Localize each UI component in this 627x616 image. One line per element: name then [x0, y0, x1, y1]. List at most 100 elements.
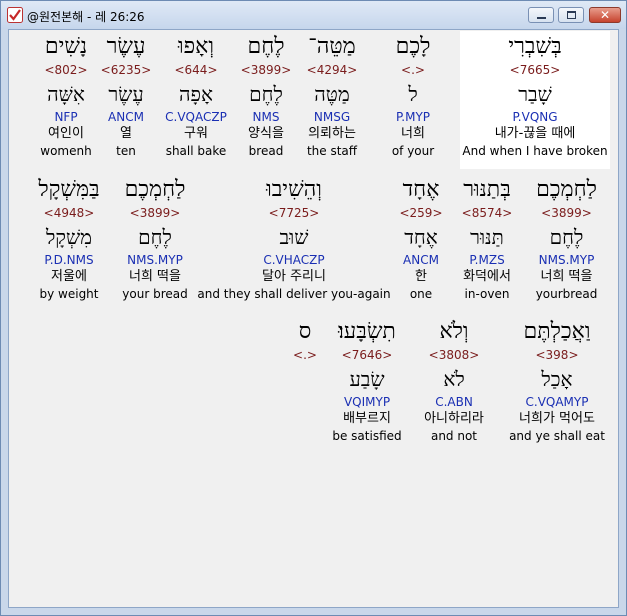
korean-gloss: [285, 410, 325, 428]
english-gloss: womenh: [40, 144, 92, 158]
morph-code: NMS.MYP: [538, 253, 595, 267]
word-block[interactable]: לַחְמְכֶם <3899> לֶחֶם NMS.MYP 너희 떡을 you…: [519, 174, 614, 302]
hebrew-word: עֶשֶׂר: [106, 34, 146, 59]
english-gloss: in-oven: [464, 287, 510, 301]
hebrew-word: לֶחֶם: [247, 34, 285, 59]
word-block[interactable]: וְאָפוּ <644> אָפָה C.VQACZP 구워 shall ba…: [157, 31, 235, 159]
english-gloss: bread: [248, 144, 284, 158]
hebrew-word: וְלֹא: [439, 319, 469, 344]
word-block[interactable]: לֶחֶם <3899> לֶחֶם NMS 양식을 bread: [228, 31, 304, 159]
korean-gloss: 너희가 먹어도: [519, 411, 595, 426]
hebrew-word: אֶחָד: [402, 177, 440, 202]
lemma-word: אָפָה: [179, 82, 213, 106]
strong-number: <3808>: [428, 348, 480, 362]
word-block[interactable]: לָכֶם <.> ל P.MYP 너희 of your: [366, 31, 460, 159]
hebrew-word: בְּתַנּוּר: [463, 177, 511, 202]
strong-number: <398>: [535, 348, 579, 362]
window-title: @원전본해 - 레 26:26: [27, 10, 145, 24]
lemma-word: שָׁבַר: [518, 82, 552, 106]
word-block[interactable]: וְהֵשִׁיבוּ <7725> שׁוּב C.VHACZP 달아 주리니…: [197, 174, 391, 302]
hebrew-word: נָשִׁים: [44, 34, 88, 59]
lemma-word: ל: [408, 82, 418, 106]
lemma-word: אֶחָד: [404, 225, 438, 249]
korean-gloss: 저울에: [51, 269, 87, 284]
word-block[interactable]: בַּמִּשְׁקָל <4948> מִשְׁקָל P.D.NMS 저울에…: [25, 174, 113, 302]
strong-number: <3899>: [129, 206, 181, 220]
morph-code: C.VQACZP: [165, 110, 227, 124]
morph-code: [285, 394, 325, 410]
korean-gloss: 구워: [184, 126, 208, 141]
strong-number: <3899>: [541, 206, 592, 220]
lemma-word: עֶשֶׂר: [108, 82, 144, 106]
lemma-word: לֶחֶם: [549, 225, 584, 249]
korean-gloss: 여인이: [48, 126, 84, 141]
word-block[interactable]: בְּשִׁבְרִי <7665> שָׁבַר P.VQNG 내가-끊을 때…: [460, 31, 610, 169]
strong-number: <802>: [44, 63, 88, 77]
lemma-word: לֹא: [443, 367, 465, 391]
morph-code: P.VQNG: [512, 110, 558, 124]
strong-number: <7725>: [268, 206, 320, 220]
maximize-icon: [567, 11, 576, 19]
interlinear-panel: בְּשִׁבְרִי <7665> שָׁבַר P.VQNG 내가-끊을 때…: [8, 29, 619, 608]
word-block[interactable]: עֶשֶׂר <6235> עֶשֶׂר ANCM 열 ten: [98, 31, 154, 159]
hebrew-word: וְאָפוּ: [178, 34, 214, 59]
app-checkmark-icon: [7, 7, 23, 23]
word-block[interactable]: ס <.>: [285, 316, 325, 444]
morph-code: VQIMYP: [343, 395, 391, 409]
minimize-icon: [537, 17, 546, 19]
hebrew-word: תִשְׂבָּעוּ׃: [338, 319, 396, 344]
maximize-button[interactable]: [558, 7, 584, 23]
lemma-word: שׁוּב: [279, 225, 309, 249]
strong-number: <644>: [174, 63, 218, 77]
hebrew-word: לָכֶם: [395, 34, 431, 59]
word-block[interactable]: תִשְׂבָּעוּ׃ <7646> שָׂבַע VQIMYP 배부르지 b…: [325, 316, 409, 444]
word-block[interactable]: לַחְמְכֶם <3899> לֶחֶם NMS.MYP 너희 떡을 you…: [113, 174, 197, 302]
english-gloss: ten: [116, 144, 136, 158]
morph-code: P.MYP: [395, 110, 431, 124]
english-gloss: and they shall deliver you-again: [197, 287, 391, 301]
strong-number: <8574>: [461, 206, 513, 220]
korean-gloss: 너희 떡을: [540, 269, 593, 284]
english-gloss: and not: [430, 429, 478, 443]
morph-code: NMS: [252, 110, 280, 124]
strong-number: <.>: [293, 348, 317, 362]
word-block[interactable]: בְּתַנּוּר <8574> תַּנּוּר P.MZS 화덕에서 in…: [447, 174, 527, 302]
english-gloss: shall bake: [165, 144, 227, 158]
english-gloss: your bread: [122, 287, 188, 301]
english-gloss: and ye shall eat: [509, 429, 605, 443]
hebrew-word: ס: [298, 319, 312, 344]
morph-code: NFP: [54, 110, 78, 124]
hebrew-word: לַחְמְכֶם: [536, 177, 597, 202]
morph-code: ANCM: [403, 253, 439, 267]
lemma-word: מִשְׁקָל: [45, 225, 93, 249]
hebrew-word: לַחְמְכֶם: [124, 177, 186, 202]
strong-number: <.>: [401, 63, 425, 77]
title-bar[interactable]: @원전본해 - 레 26:26 ✕: [1, 1, 626, 29]
strong-number: <7665>: [509, 63, 561, 77]
hebrew-word: בַּמִּשְׁקָל: [38, 177, 100, 202]
korean-gloss: 열: [120, 126, 132, 141]
lemma-word: לֶחֶם: [138, 225, 172, 249]
close-button[interactable]: ✕: [589, 7, 621, 23]
app-window: @원전본해 - 레 26:26 ✕ בְּשִׁבְרִי <7665> שָׁ…: [0, 0, 627, 616]
english-gloss: by weight: [39, 287, 99, 301]
korean-gloss: 화덕에서: [463, 269, 511, 284]
morph-code: P.D.NMS: [44, 253, 94, 267]
minimize-button[interactable]: [528, 7, 554, 23]
word-block[interactable]: נָשִׁים <802> אִשָּׁה NFP 여인이 womenh: [33, 31, 99, 159]
english-gloss: yourbread: [535, 287, 598, 301]
strong-number: <3899>: [240, 63, 292, 77]
morph-code: C.VQAMYP: [525, 395, 589, 409]
english-gloss: [285, 428, 325, 444]
english-gloss: be satisfied: [332, 429, 402, 443]
morph-code: NMS.MYP: [127, 253, 183, 267]
word-block[interactable]: אֶחָד <259> אֶחָד ANCM 한 one: [394, 174, 448, 302]
lemma-word: לֶחֶם: [249, 82, 283, 106]
strong-number: <259>: [399, 206, 443, 220]
korean-gloss: 내가-끊을 때에: [494, 126, 576, 141]
word-block[interactable]: וַאֲכַלְתֶּם <398> אָכַל C.VQAMYP 너희가 먹어…: [503, 316, 611, 444]
lemma-word: שָׂבַע: [349, 367, 385, 391]
hebrew-word: בְּשִׁבְרִי: [508, 34, 562, 59]
word-block[interactable]: וְלֹא <3808> לֹא C.ABN 아니하리라 and not: [412, 316, 496, 444]
hebrew-word: וְהֵשִׁיבוּ: [266, 177, 322, 202]
